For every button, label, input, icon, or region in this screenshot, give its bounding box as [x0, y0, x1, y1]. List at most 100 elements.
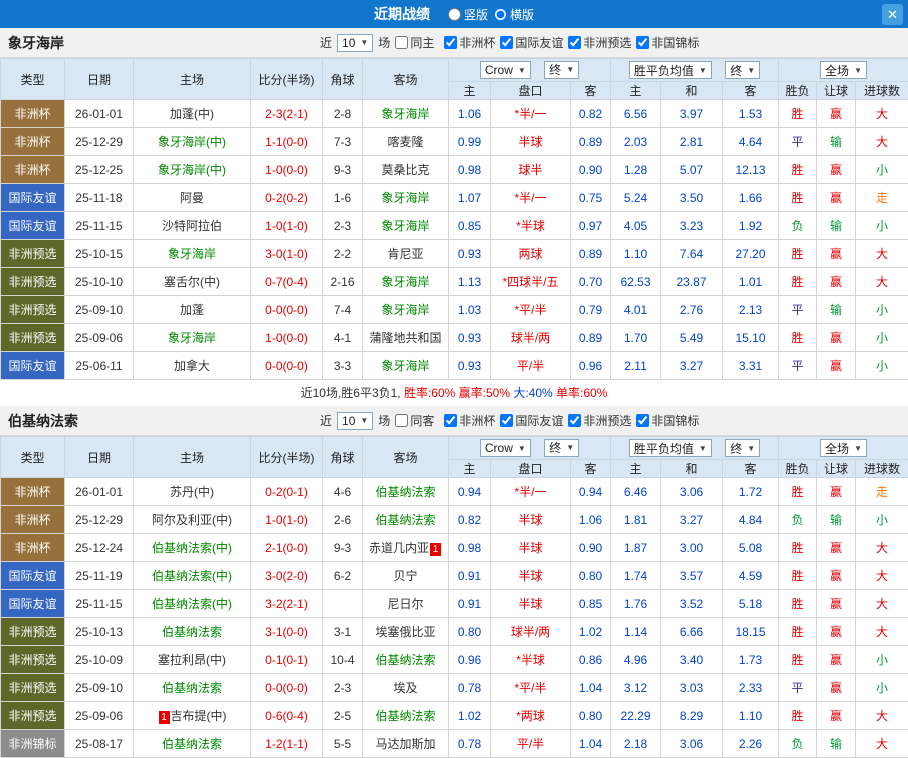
- match-score[interactable]: 1-0(0-0): [251, 324, 323, 352]
- checkbox[interactable]: [568, 414, 581, 427]
- home-team[interactable]: 加拿大: [134, 352, 251, 380]
- result-goals: 大: [856, 240, 908, 268]
- away-team[interactable]: 蒲隆地共和国: [363, 324, 449, 352]
- final-odds-select[interactable]: 终▼: [544, 439, 579, 457]
- match-score[interactable]: 1-0(0-0): [251, 156, 323, 184]
- match-score[interactable]: 0-0(0-0): [251, 352, 323, 380]
- select-value: 胜平负均值: [634, 440, 694, 457]
- match-score[interactable]: 2-1(0-0): [251, 534, 323, 562]
- checkbox[interactable]: [444, 36, 457, 49]
- checkbox[interactable]: [500, 36, 513, 49]
- competition-filter-checkbox[interactable]: 国际友谊: [500, 34, 563, 51]
- match-score[interactable]: 1-0(1-0): [251, 212, 323, 240]
- away-team[interactable]: 伯基纳法索: [363, 646, 449, 674]
- away-team[interactable]: 伯基纳法索: [363, 702, 449, 730]
- away-team[interactable]: 埃塞俄比亚: [363, 618, 449, 646]
- checkbox[interactable]: [568, 36, 581, 49]
- home-team[interactable]: 伯基纳法索(中): [134, 562, 251, 590]
- checkbox[interactable]: [636, 36, 649, 49]
- match-score[interactable]: 0-2(0-2): [251, 184, 323, 212]
- home-team[interactable]: 象牙海岸: [134, 324, 251, 352]
- away-team[interactable]: 伯基纳法索: [363, 506, 449, 534]
- scope-select[interactable]: 全场▼: [820, 439, 867, 457]
- away-team[interactable]: 象牙海岸: [363, 352, 449, 380]
- away-team[interactable]: 埃及: [363, 674, 449, 702]
- final-avg-select[interactable]: 终▼: [725, 439, 760, 457]
- checkbox[interactable]: [444, 414, 457, 427]
- away-team[interactable]: 尼日尔: [363, 590, 449, 618]
- recent-count-select[interactable]: 10 ▼: [337, 34, 373, 52]
- home-team[interactable]: 阿尔及利亚(中): [134, 506, 251, 534]
- home-team[interactable]: 伯基纳法索(中): [134, 534, 251, 562]
- competition-filter-checkbox[interactable]: 非洲预选: [568, 34, 631, 51]
- layout-vertical-option[interactable]: 竖版: [448, 6, 488, 23]
- home-team[interactable]: 苏丹(中): [134, 478, 251, 506]
- checkbox[interactable]: [395, 414, 408, 427]
- match-score[interactable]: 3-1(0-0): [251, 618, 323, 646]
- final-odds-select[interactable]: 终▼: [544, 61, 579, 79]
- checkbox[interactable]: [636, 414, 649, 427]
- layout-vertical-radio[interactable]: [448, 8, 461, 21]
- recent-count-select[interactable]: 10 ▼: [337, 412, 373, 430]
- final-avg-select[interactable]: 终▼: [725, 61, 760, 79]
- away-team[interactable]: 象牙海岸: [363, 268, 449, 296]
- match-score[interactable]: 1-1(0-0): [251, 128, 323, 156]
- home-team[interactable]: 伯基纳法索: [134, 674, 251, 702]
- same-venue-checkbox[interactable]: 同客: [395, 412, 434, 429]
- checkbox[interactable]: [500, 414, 513, 427]
- competition-filter-checkbox[interactable]: 非洲杯: [444, 34, 495, 51]
- result-handicap: 赢: [817, 478, 856, 506]
- home-team[interactable]: 伯基纳法索(中): [134, 590, 251, 618]
- home-team[interactable]: 沙特阿拉伯: [134, 212, 251, 240]
- match-score[interactable]: 0-7(0-4): [251, 268, 323, 296]
- away-team[interactable]: 马达加斯加: [363, 730, 449, 758]
- home-team[interactable]: 加蓬(中): [134, 100, 251, 128]
- bookmaker-select[interactable]: Crow▼: [480, 439, 531, 457]
- same-venue-checkbox[interactable]: 同主: [395, 34, 434, 51]
- home-team[interactable]: 塞拉利昂(中): [134, 646, 251, 674]
- competition-filter-checkbox[interactable]: 非国锦标: [636, 34, 699, 51]
- match-score[interactable]: 0-1(0-1): [251, 646, 323, 674]
- home-team[interactable]: 阿曼: [134, 184, 251, 212]
- match-score[interactable]: 3-0(1-0): [251, 240, 323, 268]
- away-team[interactable]: 伯基纳法索: [363, 478, 449, 506]
- match-score[interactable]: 3-0(2-0): [251, 562, 323, 590]
- match-score[interactable]: 0-0(0-0): [251, 296, 323, 324]
- close-button[interactable]: ✕: [882, 4, 903, 25]
- home-team[interactable]: 伯基纳法索: [134, 730, 251, 758]
- away-team[interactable]: 莫桑比克: [363, 156, 449, 184]
- away-team[interactable]: 象牙海岸: [363, 212, 449, 240]
- home-team[interactable]: 塞舌尔(中): [134, 268, 251, 296]
- avg-odds-select[interactable]: 胜平负均值▼: [629, 439, 712, 457]
- checkbox[interactable]: [395, 36, 408, 49]
- away-team[interactable]: 象牙海岸: [363, 100, 449, 128]
- competition-filter-checkbox[interactable]: 国际友谊: [500, 412, 563, 429]
- home-team[interactable]: 象牙海岸(中): [134, 128, 251, 156]
- avg-odds-select[interactable]: 胜平负均值▼: [629, 61, 712, 79]
- layout-horizontal-option[interactable]: 横版: [494, 6, 534, 23]
- bookmaker-select[interactable]: Crow▼: [480, 61, 531, 79]
- competition-filter-checkbox[interactable]: 非洲杯: [444, 412, 495, 429]
- away-team[interactable]: 贝宁: [363, 562, 449, 590]
- match-score[interactable]: 3-2(2-1): [251, 590, 323, 618]
- away-team[interactable]: 肯尼亚: [363, 240, 449, 268]
- home-team[interactable]: 1吉布提(中): [134, 702, 251, 730]
- match-score[interactable]: 0-2(0-1): [251, 478, 323, 506]
- away-team[interactable]: 喀麦隆: [363, 128, 449, 156]
- scope-select[interactable]: 全场▼: [820, 61, 867, 79]
- home-team[interactable]: 象牙海岸(中): [134, 156, 251, 184]
- competition-filter-checkbox[interactable]: 非洲预选: [568, 412, 631, 429]
- home-team[interactable]: 象牙海岸: [134, 240, 251, 268]
- match-score[interactable]: 0-6(0-4): [251, 702, 323, 730]
- layout-horizontal-radio[interactable]: [494, 8, 507, 21]
- away-team[interactable]: 象牙海岸: [363, 184, 449, 212]
- match-score[interactable]: 1-0(1-0): [251, 506, 323, 534]
- away-team[interactable]: 赤道几内亚1: [363, 534, 449, 562]
- match-score[interactable]: 0-0(0-0): [251, 674, 323, 702]
- match-score[interactable]: 2-3(2-1): [251, 100, 323, 128]
- competition-filter-checkbox[interactable]: 非国锦标: [636, 412, 699, 429]
- match-score[interactable]: 1-2(1-1): [251, 730, 323, 758]
- home-team[interactable]: 加蓬: [134, 296, 251, 324]
- home-team[interactable]: 伯基纳法索: [134, 618, 251, 646]
- away-team[interactable]: 象牙海岸: [363, 296, 449, 324]
